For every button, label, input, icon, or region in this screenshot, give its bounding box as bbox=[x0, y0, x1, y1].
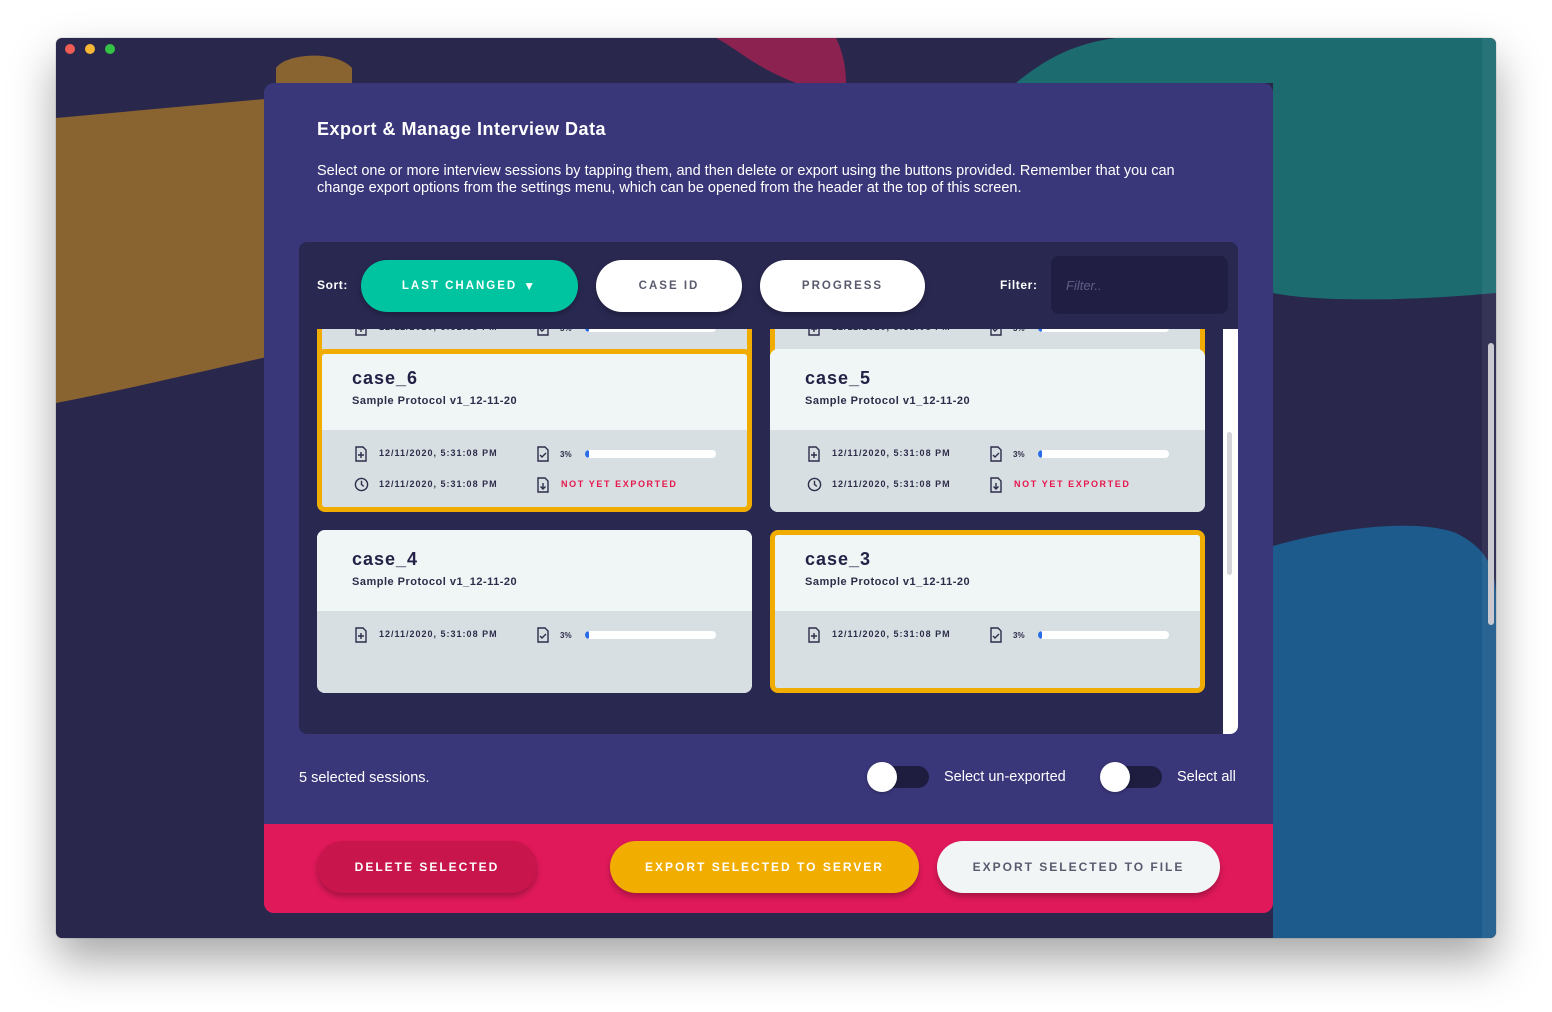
progress-percent: 3% bbox=[1013, 631, 1025, 640]
app-window: Export & Manage Interview Data Select on… bbox=[56, 38, 1496, 938]
file-created-icon bbox=[807, 329, 821, 336]
progress-percent: 3% bbox=[1013, 329, 1025, 333]
created-date: 12/11/2020, 5:31:08 PM bbox=[832, 448, 951, 458]
file-progress-icon bbox=[536, 627, 550, 643]
file-created-icon bbox=[354, 329, 368, 336]
created-date: 12/11/2020, 5:31:08 PM bbox=[832, 329, 951, 332]
export-to-server-label: EXPORT SELECTED TO SERVER bbox=[645, 860, 884, 874]
file-progress-icon bbox=[536, 446, 550, 462]
updated-date: 12/11/2020, 5:31:08 PM bbox=[379, 479, 498, 489]
file-export-icon bbox=[536, 477, 550, 493]
progress-bar-fill bbox=[585, 450, 589, 458]
clock-icon bbox=[807, 477, 822, 493]
progress-bar-fill bbox=[1038, 631, 1042, 639]
delete-selected-button[interactable]: DELETE SELECTED bbox=[317, 841, 537, 893]
protocol-name: Sample Protocol v1_12-11-20 bbox=[805, 395, 971, 407]
session-card[interactable]: case_6 Sample Protocol v1_12-11-20 12/11/2… bbox=[317, 349, 752, 512]
progress-bar bbox=[1038, 329, 1169, 332]
created-date: 12/11/2020, 5:31:08 PM bbox=[379, 629, 498, 639]
export-manage-modal: Export & Manage Interview Data Select on… bbox=[264, 83, 1273, 913]
case-id: case_6 bbox=[352, 368, 419, 388]
sort-direction-icon: ▼ bbox=[523, 279, 538, 293]
created-date: 12/11/2020, 5:31:08 PM bbox=[379, 329, 498, 332]
progress-bar bbox=[585, 450, 716, 458]
file-created-icon bbox=[354, 627, 368, 643]
export-to-server-button[interactable]: EXPORT SELECTED TO SERVER bbox=[610, 841, 919, 893]
case-id: case_5 bbox=[805, 368, 872, 388]
export-to-file-label: EXPORT SELECTED TO FILE bbox=[972, 860, 1185, 874]
card-header: case_3 Sample Protocol v1_12-11-20 bbox=[775, 535, 1200, 611]
select-all-toggle[interactable] bbox=[1100, 762, 1162, 792]
card-details bbox=[770, 430, 1205, 512]
session-list: 12/11/2020, 5:31:08 PM 3% 12/11/2020, 5:31… bbox=[299, 329, 1238, 734]
sort-last-changed-button[interactable]: LAST CHANGED ▼ bbox=[361, 260, 578, 312]
session-panel: Sort: LAST CHANGED ▼ CASE ID PROGRESS Fi… bbox=[299, 242, 1238, 734]
card-header: case_5 Sample Protocol v1_12-11-20 bbox=[770, 349, 1205, 430]
case-id: case_4 bbox=[352, 549, 419, 569]
case-id: case_3 bbox=[805, 549, 872, 569]
progress-bar-fill bbox=[1038, 450, 1042, 458]
sort-option-label: PROGRESS bbox=[801, 280, 884, 292]
file-created-icon bbox=[807, 627, 821, 643]
session-card[interactable]: case_4 Sample Protocol v1_12-11-20 12/11/2… bbox=[317, 530, 752, 693]
created-date: 12/11/2020, 5:31:08 PM bbox=[832, 629, 951, 639]
sort-progress-button[interactable]: PROGRESS bbox=[760, 260, 925, 312]
export-status: NOT YET EXPORTED bbox=[1014, 479, 1131, 489]
progress-bar bbox=[585, 329, 716, 332]
card-header: case_6 Sample Protocol v1_12-11-20 bbox=[322, 354, 747, 430]
file-export-icon bbox=[989, 477, 1003, 493]
select-unexported-toggle[interactable] bbox=[867, 762, 929, 792]
export-to-file-button[interactable]: EXPORT SELECTED TO FILE bbox=[937, 841, 1220, 893]
protocol-name: Sample Protocol v1_12-11-20 bbox=[805, 576, 971, 588]
filter-label: Filter: bbox=[1000, 278, 1038, 292]
session-list-scrollbar-thumb[interactable] bbox=[1227, 432, 1232, 575]
progress-bar bbox=[1038, 450, 1169, 458]
protocol-name: Sample Protocol v1_12-11-20 bbox=[352, 576, 518, 588]
sort-label: Sort: bbox=[317, 278, 348, 292]
file-progress-icon bbox=[536, 329, 550, 336]
progress-bar-fill bbox=[585, 631, 589, 639]
progress-bar bbox=[1038, 631, 1169, 639]
protocol-name: Sample Protocol v1_12-11-20 bbox=[352, 395, 518, 407]
progress-percent: 3% bbox=[560, 329, 572, 333]
filter-input[interactable] bbox=[1051, 256, 1228, 314]
progress-percent: 3% bbox=[560, 631, 572, 640]
select-unexported-label: Select un-exported bbox=[944, 769, 1066, 785]
modal-title: Export & Manage Interview Data bbox=[317, 119, 607, 139]
card-details bbox=[775, 611, 1200, 688]
clock-icon bbox=[354, 477, 369, 493]
progress-bar-fill bbox=[585, 329, 589, 332]
card-details bbox=[322, 430, 747, 507]
updated-date: 12/11/2020, 5:31:08 PM bbox=[832, 479, 951, 489]
card-details bbox=[317, 611, 752, 693]
progress-percent: 3% bbox=[1013, 450, 1025, 459]
file-progress-icon bbox=[989, 627, 1003, 643]
file-progress-icon bbox=[989, 446, 1003, 462]
created-date: 12/11/2020, 5:31:08 PM bbox=[379, 448, 498, 458]
file-progress-icon bbox=[989, 329, 1003, 336]
progress-percent: 3% bbox=[560, 450, 572, 459]
delete-selected-label: DELETE SELECTED bbox=[354, 860, 500, 874]
window-scrollbar-thumb[interactable] bbox=[1488, 343, 1494, 625]
selected-count: 5 selected sessions. bbox=[299, 770, 430, 786]
progress-bar bbox=[585, 631, 716, 639]
file-created-icon bbox=[354, 446, 368, 462]
toggle-knob bbox=[867, 762, 897, 792]
card-header: case_4 Sample Protocol v1_12-11-20 bbox=[317, 530, 752, 611]
modal-description: Select one or more interview sessions by… bbox=[317, 163, 1175, 196]
action-footer: DELETE SELECTED EXPORT SELECTED TO SERVE… bbox=[264, 824, 1273, 913]
session-card[interactable]: case_3 Sample Protocol v1_12-11-20 12/11/2… bbox=[770, 530, 1205, 693]
session-card[interactable]: case_5 Sample Protocol v1_12-11-20 12/11/2… bbox=[770, 349, 1205, 512]
export-status: NOT YET EXPORTED bbox=[561, 479, 678, 489]
sort-option-label: CASE ID bbox=[638, 280, 700, 292]
progress-bar-fill bbox=[1038, 329, 1042, 332]
file-created-icon bbox=[807, 446, 821, 462]
select-all-label: Select all bbox=[1177, 769, 1236, 785]
sort-option-label: LAST CHANGED bbox=[401, 280, 518, 292]
toggle-knob bbox=[1100, 762, 1130, 792]
sort-case-id-button[interactable]: CASE ID bbox=[596, 260, 742, 312]
